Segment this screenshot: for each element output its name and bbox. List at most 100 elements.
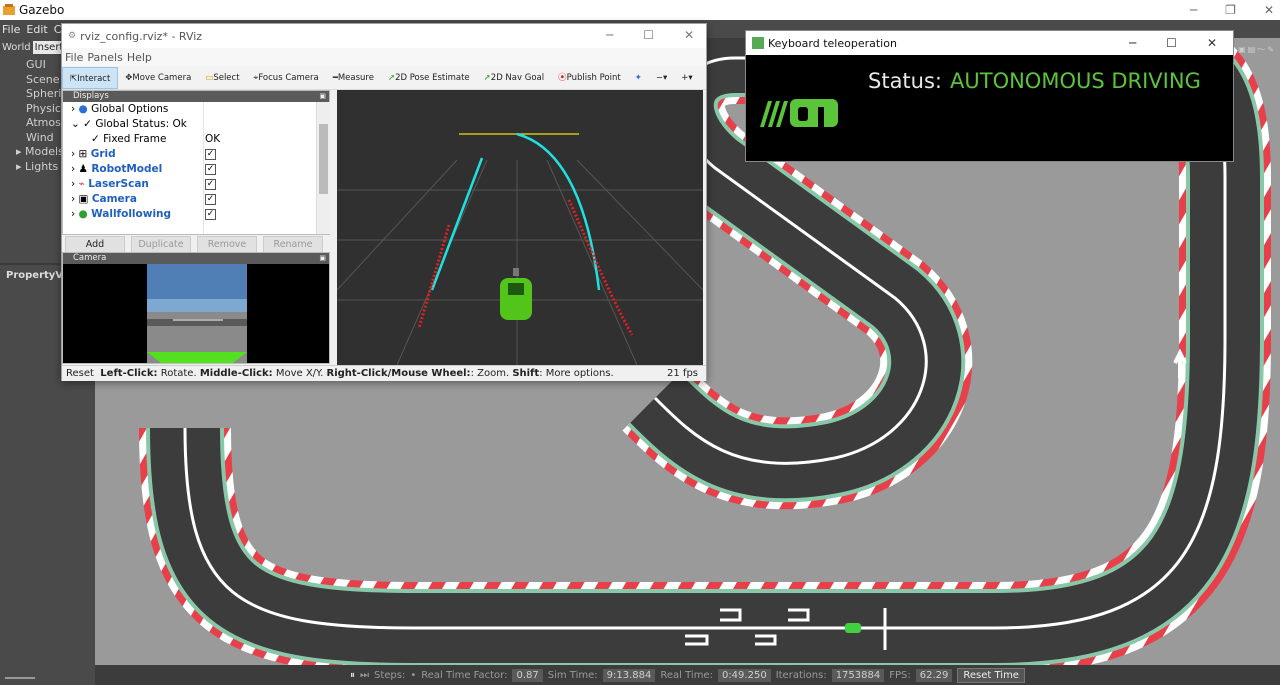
- gazebo-logo-icon: [3, 4, 15, 15]
- maximize-icon[interactable]: ☐: [643, 28, 654, 42]
- displays-scrollbar[interactable]: [316, 102, 330, 234]
- rviz-3d-view[interactable]: [336, 90, 704, 366]
- tool-label: Interact: [77, 73, 111, 84]
- left-click-text: Rotate.: [160, 368, 197, 379]
- reset-button[interactable]: Reset: [66, 368, 94, 379]
- car-marker: [845, 623, 861, 633]
- chevron-right-icon[interactable]: ›: [71, 103, 75, 115]
- minimize-icon[interactable]: ─: [606, 28, 613, 42]
- displays-header: Displays ▣: [63, 91, 329, 102]
- teleop-titlebar: Keyboard teleoperation ─ ☐ ✕: [746, 31, 1233, 55]
- close-panel-icon[interactable]: ▣: [319, 91, 326, 102]
- expand-arrow-icon[interactable]: ▸: [16, 145, 25, 158]
- tool-2d-nav-goal[interactable]: ➚2D Nav Goal: [477, 67, 551, 89]
- rtf-value: 0.87: [512, 668, 543, 682]
- gazebo-titlebar: Gazebo ─ ❐ ✕: [0, 0, 1280, 20]
- right-click-label: Right-Click/Mouse Wheel:: [326, 368, 471, 379]
- fps-value: 62.29: [915, 668, 953, 682]
- chevron-right-icon[interactable]: ›: [71, 178, 75, 190]
- minimize-icon[interactable]: ─: [1129, 36, 1136, 50]
- minimize-icon[interactable]: ─: [1190, 0, 1197, 20]
- menu-file[interactable]: File: [2, 23, 20, 36]
- rviz-logo-icon: ⚙: [68, 31, 77, 41]
- tool-options-button[interactable]: +▾: [674, 67, 699, 89]
- scrollbar-thumb[interactable]: [319, 124, 328, 194]
- display-fixed-frame[interactable]: ✓ Fixed Frame OK: [63, 132, 329, 147]
- chevron-right-icon[interactable]: ›: [71, 208, 75, 220]
- steps-dot: •: [410, 669, 417, 681]
- remove-tool-button[interactable]: −▾: [649, 67, 674, 89]
- left-click-label: Left-Click:: [100, 368, 158, 379]
- close-icon[interactable]: ✕: [1264, 0, 1274, 20]
- add-tool-button[interactable]: ✦: [628, 67, 649, 89]
- simtime-value: 9:13.884: [602, 668, 656, 682]
- display-laserscan[interactable]: › ⌁ LaserScan ✓: [63, 177, 329, 192]
- menu-help[interactable]: Help: [127, 51, 152, 64]
- shift-label: Shift: [512, 368, 540, 379]
- iterations-label: Iterations:: [775, 669, 827, 681]
- chevron-right-icon[interactable]: ›: [71, 148, 75, 160]
- tool-publish-point[interactable]: ⦿Publish Point: [551, 67, 628, 89]
- tool-interact[interactable]: ⇱Interact: [62, 66, 119, 89]
- chevron-down-icon[interactable]: ⌄: [71, 118, 80, 130]
- display-grid[interactable]: › ⊞ Grid ✓: [63, 147, 329, 162]
- displays-panel: Displays ▣ › ● Global Options ⌄ ✓ Global…: [62, 90, 330, 235]
- status-value: AUTONOMOUS DRIVING: [950, 69, 1201, 93]
- display-label: Camera: [91, 193, 137, 205]
- nav-goal-icon: ➚: [483, 72, 491, 83]
- restore-icon[interactable]: ❐: [1225, 0, 1236, 20]
- tool-move-camera[interactable]: ✥Move Camera: [118, 67, 198, 89]
- grid-checkbox[interactable]: ✓: [205, 149, 216, 160]
- middle-click-label: Middle-Click:: [199, 368, 273, 379]
- step-icon[interactable]: ⏭: [360, 670, 369, 681]
- rtf-label: Real Time Factor:: [421, 669, 508, 681]
- simtime-label: Sim Time:: [547, 669, 598, 681]
- display-global-options[interactable]: › ● Global Options: [63, 102, 329, 117]
- menu-file[interactable]: File: [65, 51, 83, 64]
- close-icon[interactable]: ✕: [684, 28, 694, 42]
- scene-toolbar-icons[interactable]: ▣▤〜✎: [1238, 44, 1276, 55]
- horizontal-scrollbar[interactable]: [5, 677, 35, 679]
- iterations-value: 1753884: [831, 668, 885, 682]
- chevron-right-icon[interactable]: ›: [71, 163, 75, 175]
- gear-icon: ●: [78, 103, 88, 115]
- display-label: Fixed Frame: [103, 133, 167, 145]
- close-icon[interactable]: ✕: [1207, 36, 1217, 50]
- shift-text: : More options.: [539, 368, 614, 379]
- check-icon: ✓: [83, 118, 92, 130]
- display-label: RobotModel: [91, 163, 163, 175]
- tool-label: Select: [213, 72, 240, 83]
- pause-icon[interactable]: ⏸: [350, 670, 355, 681]
- robotmodel-checkbox[interactable]: ✓: [205, 164, 216, 175]
- realtime-value: 0:49.250: [717, 668, 771, 682]
- tool-2d-pose-estimate[interactable]: ➚2D Pose Estimate: [381, 67, 477, 89]
- reset-time-button[interactable]: Reset Time: [957, 667, 1025, 683]
- camera-icon: ▣: [78, 193, 89, 205]
- ar-logo-icon: [760, 99, 838, 127]
- maximize-icon[interactable]: ☐: [1166, 36, 1177, 50]
- display-robotmodel[interactable]: › ♟ RobotModel ✓: [63, 162, 329, 177]
- gazebo-statusbar: ⏸ ⏭ Steps: • Real Time Factor: 0.87 Sim …: [95, 665, 1280, 685]
- pose-estimate-icon: ➚: [387, 72, 396, 83]
- chevron-right-icon[interactable]: ›: [71, 193, 75, 205]
- robot-icon: ♟: [78, 163, 88, 175]
- display-camera[interactable]: › ▣ Camera ✓: [63, 192, 329, 207]
- display-global-status[interactable]: ⌄ ✓ Global Status: Ok: [63, 117, 329, 132]
- display-label: Global Options: [91, 103, 169, 115]
- close-panel-icon[interactable]: ▣: [319, 253, 326, 264]
- tool-label: 2D Nav Goal: [490, 72, 545, 83]
- laserscan-checkbox[interactable]: ✓: [205, 179, 216, 190]
- tab-world[interactable]: World: [0, 41, 33, 54]
- display-wallfollowing[interactable]: › ● Wallfollowing ✓: [63, 207, 329, 222]
- camera-image: [147, 264, 247, 363]
- tool-focus-camera[interactable]: ⌖Focus Camera: [247, 67, 326, 89]
- expand-arrow-icon[interactable]: ▸: [16, 160, 25, 173]
- wallfollowing-checkbox[interactable]: ✓: [205, 209, 216, 220]
- menu-panels[interactable]: Panels: [87, 51, 122, 64]
- tool-select[interactable]: ▭Select: [198, 67, 246, 89]
- menu-edit[interactable]: Edit: [26, 23, 47, 36]
- desktop: Gazebo ─ ❐ ✕ File Edit Cam World Insert …: [0, 0, 1280, 685]
- marker-icon: ●: [78, 208, 88, 220]
- tool-measure[interactable]: ━Measure: [326, 67, 381, 89]
- camera-checkbox[interactable]: ✓: [205, 194, 216, 205]
